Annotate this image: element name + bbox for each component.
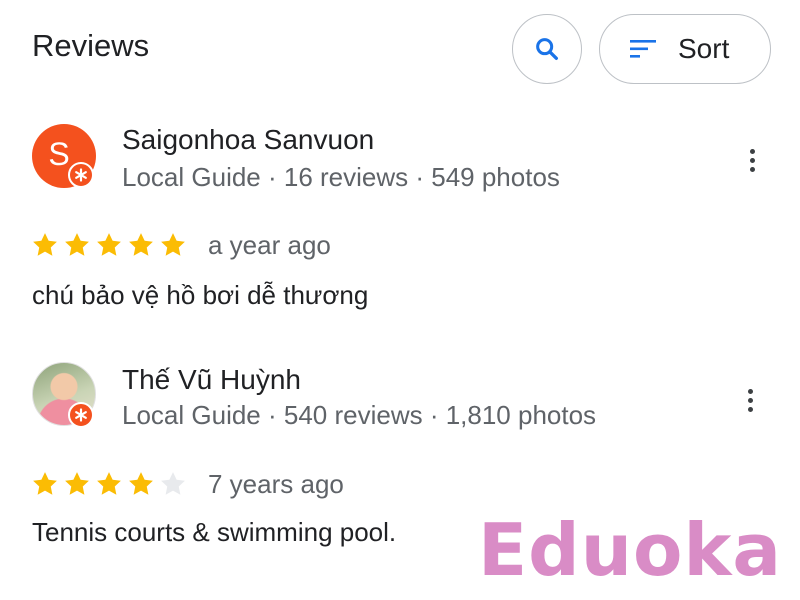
review-time: 7 years ago [208,469,344,499]
star-filled-icon [33,472,57,495]
more-vert-icon [747,388,753,394]
sort-label: Sort [678,33,730,64]
reviewer-name[interactable]: Thế Vũ Huỳnh [122,364,301,396]
reviewer-name[interactable]: Saigonhoa Sanvuon [122,124,374,156]
local-guide-badge-icon [68,162,94,188]
star-filled-icon [65,472,89,495]
star-filled-icon [65,233,89,256]
star-filled-icon [129,472,153,495]
star-filled-icon [161,233,185,256]
more-vert-icon [749,148,755,154]
star-rating [30,230,188,260]
page-title: Reviews [32,28,150,63]
more-options-button[interactable] [740,140,764,180]
sort-icon [630,40,656,58]
watermark-logo: Eduoka [478,508,782,592]
reviewer-meta[interactable]: Local Guide · 540 reviews · 1,810 photos [122,400,596,431]
review-text: Tennis courts & swimming pool. [32,517,397,547]
star-rating [30,469,188,499]
more-options-button[interactable] [738,380,762,420]
star-filled-icon [97,233,121,256]
local-guide-badge-icon [68,402,94,428]
star-filled-icon [129,233,153,256]
review-time: a year ago [208,230,331,260]
search-icon [536,38,558,60]
sort-button[interactable]: Sort [599,14,771,84]
reviewer-meta[interactable]: Local Guide · 16 reviews · 549 photos [122,162,560,193]
avatar-letter: S [48,135,70,172]
star-empty-icon [161,472,185,495]
review-text: chú bảo vệ hồ bơi dễ thương [32,280,369,310]
star-filled-icon [33,233,57,256]
search-button[interactable] [512,14,582,84]
star-filled-icon [97,472,121,495]
